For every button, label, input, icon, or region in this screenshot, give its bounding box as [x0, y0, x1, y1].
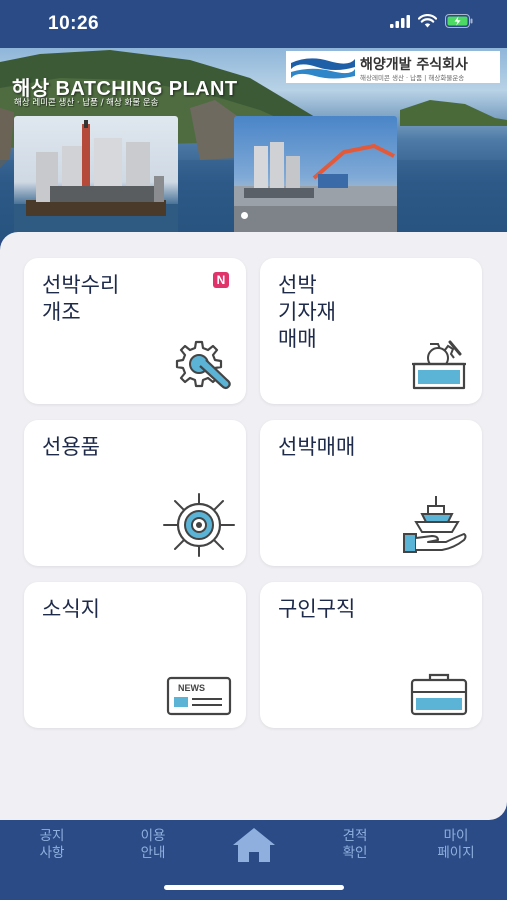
- news-icon: NEWS: [166, 676, 232, 716]
- nav-quote-check[interactable]: 견적 확인: [315, 828, 395, 862]
- company-logo-icon: [291, 58, 355, 79]
- status-icons: [390, 14, 473, 28]
- pier-construction-photo: [234, 116, 397, 238]
- ship-wheel-icon: [163, 493, 235, 557]
- nav-notices[interactable]: 공지 사항: [12, 828, 92, 862]
- menu-card-ship-supplies[interactable]: 선용품: [24, 420, 246, 566]
- menu-card-label: 선용품: [42, 435, 100, 459]
- menu-card-label: 선박매매: [278, 435, 356, 459]
- briefcase-icon: [410, 673, 468, 716]
- new-badge: N: [213, 272, 229, 288]
- menu-card-ship-trading[interactable]: 선박매매: [260, 420, 482, 566]
- batching-plant-photo: [14, 116, 178, 236]
- company-subtitle: 해상레미콘 생산 · 납품 | 해상화물운송: [360, 74, 465, 82]
- company-name: 해양개발 주식회사: [360, 57, 468, 73]
- menu-card-ship-repair[interactable]: 선박수리 개조 N: [24, 258, 246, 404]
- main-menu-area: 선박수리 개조 N 선박 기자재 매매 선용품 선박매매 소식지 NEWS 구인…: [0, 232, 507, 820]
- status-time: 10:26: [48, 13, 100, 34]
- home-indicator: [164, 885, 344, 890]
- carousel-indicator-dot[interactable]: [241, 212, 248, 219]
- signal-icon: [390, 14, 410, 28]
- menu-card-label: 선박수리 개조: [42, 273, 120, 324]
- equipment-box-icon: [412, 340, 466, 390]
- home-icon[interactable]: [231, 826, 277, 864]
- wrench-gear-icon: [175, 340, 231, 390]
- menu-card-label: 소식지: [42, 597, 100, 621]
- wifi-icon: [418, 14, 437, 28]
- banner-subtitle: 해상 레미콘 생산 · 납품 / 해상 화물 운송: [14, 98, 159, 108]
- menu-card-jobs[interactable]: 구인구직: [260, 582, 482, 728]
- svg-text:NEWS: NEWS: [178, 683, 205, 693]
- nav-my-page[interactable]: 마이 페이지: [416, 828, 496, 862]
- ship-in-hand-icon: [403, 496, 467, 553]
- company-logo-box: 해양개발 주식회사 해상레미콘 생산 · 납품 | 해상화물운송: [286, 51, 500, 83]
- menu-card-label: 선박 기자재 매매: [278, 273, 336, 351]
- status-bar: 10:26: [0, 0, 507, 48]
- nav-guide[interactable]: 이용 안내: [113, 828, 193, 862]
- battery-charging-icon: [445, 14, 473, 28]
- menu-card-label: 구인구직: [278, 597, 356, 621]
- menu-card-ship-equipment[interactable]: 선박 기자재 매매: [260, 258, 482, 404]
- menu-card-newsletter[interactable]: 소식지 NEWS: [24, 582, 246, 728]
- banner-carousel[interactable]: 해상 BATCHING PLANT 해상 레미콘 생산 · 납품 / 해상 화물…: [0, 48, 507, 240]
